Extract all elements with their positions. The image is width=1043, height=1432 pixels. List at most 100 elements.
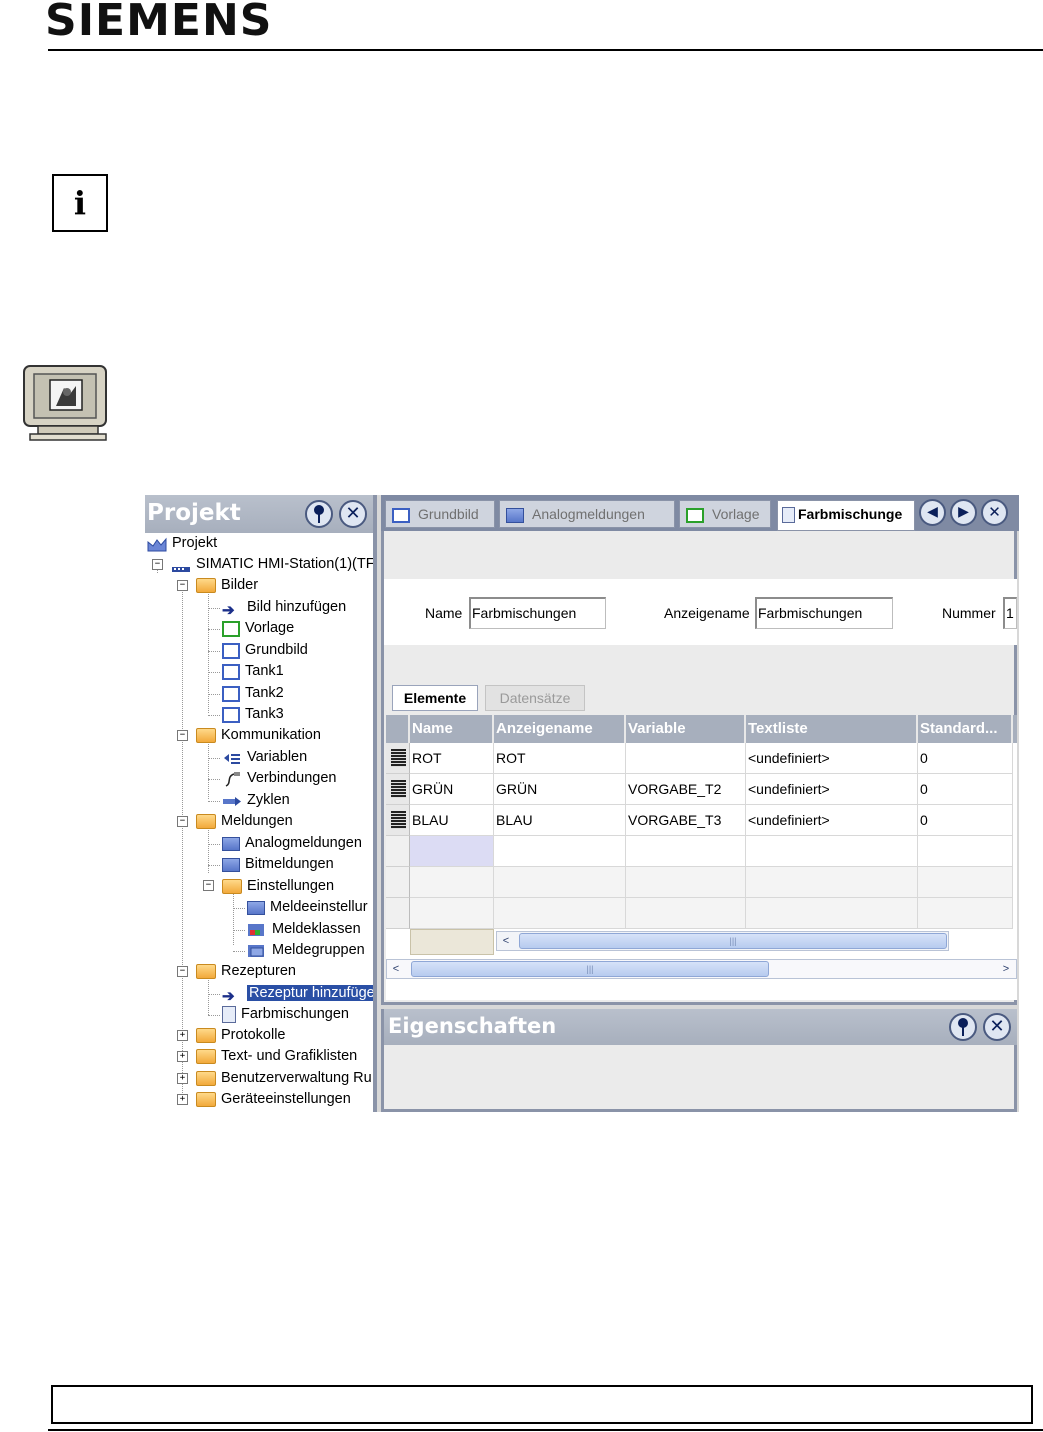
tree-item-geraeteeinstellungen[interactable]: Geräteeinstellungen bbox=[196, 1089, 351, 1110]
tree-item-farbmischungen[interactable]: Farbmischungen bbox=[222, 1004, 349, 1025]
tree-item-tank2[interactable]: Tank2 bbox=[222, 683, 284, 704]
tree-item-grundbild[interactable]: Grundbild bbox=[222, 640, 308, 661]
table-cell[interactable] bbox=[918, 836, 1013, 867]
close-icon[interactable]: ✕ bbox=[339, 500, 367, 528]
table-cell[interactable]: ROT bbox=[494, 743, 626, 774]
row-selector[interactable] bbox=[386, 805, 410, 836]
row-selector[interactable] bbox=[386, 836, 410, 867]
tree-item-einstellungen[interactable]: Einstellungen bbox=[222, 876, 334, 897]
collapse-toggle[interactable]: − bbox=[177, 966, 188, 977]
table-cell[interactable]: BLAU bbox=[494, 805, 626, 836]
tab-next-icon[interactable]: ▶ bbox=[950, 499, 977, 526]
tree-item-meldeeinstellungen[interactable]: Meldeeinstellur bbox=[247, 897, 368, 918]
column-header-name[interactable]: Name bbox=[410, 715, 494, 743]
tree-item-meldegruppen[interactable]: Meldegruppen bbox=[247, 940, 365, 961]
table-cell[interactable]: 0 bbox=[918, 743, 1013, 774]
scroll-left-icon[interactable]: < bbox=[498, 933, 514, 949]
table-cell[interactable]: GRÜN bbox=[494, 774, 626, 805]
expand-toggle[interactable]: + bbox=[177, 1073, 188, 1084]
tree-item-tank1[interactable]: Tank1 bbox=[222, 661, 284, 682]
table-cell bbox=[918, 867, 1013, 898]
collapse-toggle[interactable]: − bbox=[177, 816, 188, 827]
table-cell bbox=[626, 898, 746, 929]
table-cell[interactable]: <undefiniert> bbox=[746, 774, 918, 805]
column-header-standard[interactable]: Standard... bbox=[918, 715, 1013, 743]
tab-analogmeldungen[interactable]: Analogmeldungen bbox=[499, 500, 675, 528]
tree-item-protokolle[interactable]: Protokolle bbox=[196, 1025, 285, 1046]
tree-item-bitmeldungen[interactable]: Bitmeldungen bbox=[222, 854, 334, 875]
table-cell[interactable] bbox=[746, 836, 918, 867]
column-header-textliste[interactable]: Textliste bbox=[746, 715, 918, 743]
scroll-right-icon[interactable]: > bbox=[998, 961, 1014, 977]
collapse-toggle[interactable]: − bbox=[177, 580, 188, 591]
close-icon[interactable]: ✕ bbox=[983, 1013, 1011, 1041]
tree-item-projekt[interactable]: Projekt bbox=[147, 533, 217, 554]
scrollbar-thumb[interactable]: ||| bbox=[411, 961, 769, 977]
outer-horizontal-scrollbar[interactable]: < ||| > bbox=[386, 959, 1017, 979]
row-selector[interactable] bbox=[386, 743, 410, 774]
pin-icon[interactable] bbox=[305, 500, 333, 528]
table-cell[interactable] bbox=[626, 836, 746, 867]
tree-item-vorlage[interactable]: Vorlage bbox=[222, 618, 294, 639]
expand-toggle[interactable]: + bbox=[177, 1094, 188, 1105]
tree-item-rezepturen[interactable]: Rezepturen bbox=[196, 961, 296, 982]
collapse-toggle[interactable]: − bbox=[152, 559, 163, 570]
tree-item-variablen[interactable]: Variablen bbox=[222, 747, 307, 768]
tab-farbmischungen[interactable]: Farbmischunge bbox=[777, 500, 915, 531]
tree-item-kommunikation[interactable]: Kommunikation bbox=[196, 725, 321, 746]
template-screen-icon bbox=[686, 507, 704, 523]
column-header-variable[interactable]: Variable bbox=[626, 715, 746, 743]
tree-item-rezeptur-hinzufuegen[interactable]: ➔ Rezeptur hinzufüge bbox=[222, 983, 373, 1005]
table-cell[interactable] bbox=[626, 743, 746, 774]
tree-item-analogmeldungen[interactable]: Analogmeldungen bbox=[222, 833, 362, 854]
new-row-cell[interactable] bbox=[410, 836, 494, 867]
tree-item-verbindungen[interactable]: Verbindungen bbox=[222, 768, 337, 789]
collapse-toggle[interactable]: − bbox=[203, 880, 214, 891]
tree-item-meldungen[interactable]: Meldungen bbox=[196, 811, 293, 832]
tree-item-zyklen[interactable]: Zyklen bbox=[222, 790, 290, 811]
table-cell[interactable]: GRÜN bbox=[410, 774, 494, 805]
tree-item-bilder[interactable]: Bilder bbox=[196, 575, 258, 596]
expand-toggle[interactable]: + bbox=[177, 1051, 188, 1062]
table-cell[interactable]: ROT bbox=[410, 743, 494, 774]
connection-icon bbox=[222, 771, 242, 787]
table-cell[interactable]: <undefiniert> bbox=[746, 805, 918, 836]
tree-item-hmi-station[interactable]: SIMATIC HMI-Station(1)(TF bbox=[171, 554, 373, 575]
project-tree: Projekt − SIMATIC HMI-Station(1)(TF − Bi… bbox=[145, 533, 373, 1112]
expand-toggle[interactable]: + bbox=[177, 1030, 188, 1041]
number-field[interactable]: 1 bbox=[1003, 597, 1017, 629]
table-cell[interactable]: VORGABE_T2 bbox=[626, 774, 746, 805]
tree-item-bild-hinzufuegen[interactable]: ➔ Bild hinzufügen bbox=[222, 597, 346, 619]
display-name-field[interactable]: Farbmischungen bbox=[755, 597, 893, 629]
table-cell[interactable]: VORGABE_T3 bbox=[626, 805, 746, 836]
table-cell[interactable]: 0 bbox=[918, 774, 1013, 805]
tree-item-meldeklassen[interactable]: Meldeklassen bbox=[247, 919, 361, 940]
scroll-left-icon[interactable]: < bbox=[388, 961, 404, 977]
scrollbar-thumb[interactable]: ||| bbox=[519, 933, 947, 949]
row-selector[interactable] bbox=[386, 774, 410, 805]
tab-prev-icon[interactable]: ◀ bbox=[919, 499, 946, 526]
tab-grundbild[interactable]: Grundbild bbox=[385, 500, 495, 528]
tree-item-benutzerverwaltung[interactable]: Benutzerverwaltung Ru bbox=[196, 1068, 372, 1089]
tree-item-tank3[interactable]: Tank3 bbox=[222, 704, 284, 725]
folder-icon bbox=[222, 879, 242, 894]
tab-elemente[interactable]: Elemente bbox=[392, 685, 478, 711]
inner-horizontal-scrollbar[interactable]: < ||| bbox=[496, 931, 949, 951]
collapse-toggle[interactable]: − bbox=[177, 730, 188, 741]
tab-datensaetze[interactable]: Datensätze bbox=[485, 685, 585, 711]
table-cell[interactable] bbox=[494, 836, 626, 867]
table-cell[interactable]: BLAU bbox=[410, 805, 494, 836]
folder-icon bbox=[196, 814, 216, 829]
table-cell bbox=[410, 898, 494, 929]
frozen-column-scroll-area bbox=[410, 929, 494, 955]
column-header-anzeigename[interactable]: Anzeigename bbox=[494, 715, 626, 743]
table-cell[interactable]: 0 bbox=[918, 805, 1013, 836]
alarm-icon bbox=[506, 507, 524, 523]
tab-close-icon[interactable]: ✕ bbox=[981, 499, 1008, 526]
name-field[interactable]: Farbmischungen bbox=[469, 597, 606, 629]
alarm-icon bbox=[222, 857, 240, 872]
table-cell[interactable]: <undefiniert> bbox=[746, 743, 918, 774]
tab-vorlage[interactable]: Vorlage bbox=[679, 500, 771, 528]
tree-item-text-grafiklisten[interactable]: Text- und Grafiklisten bbox=[196, 1046, 357, 1067]
pin-icon[interactable] bbox=[949, 1013, 977, 1041]
